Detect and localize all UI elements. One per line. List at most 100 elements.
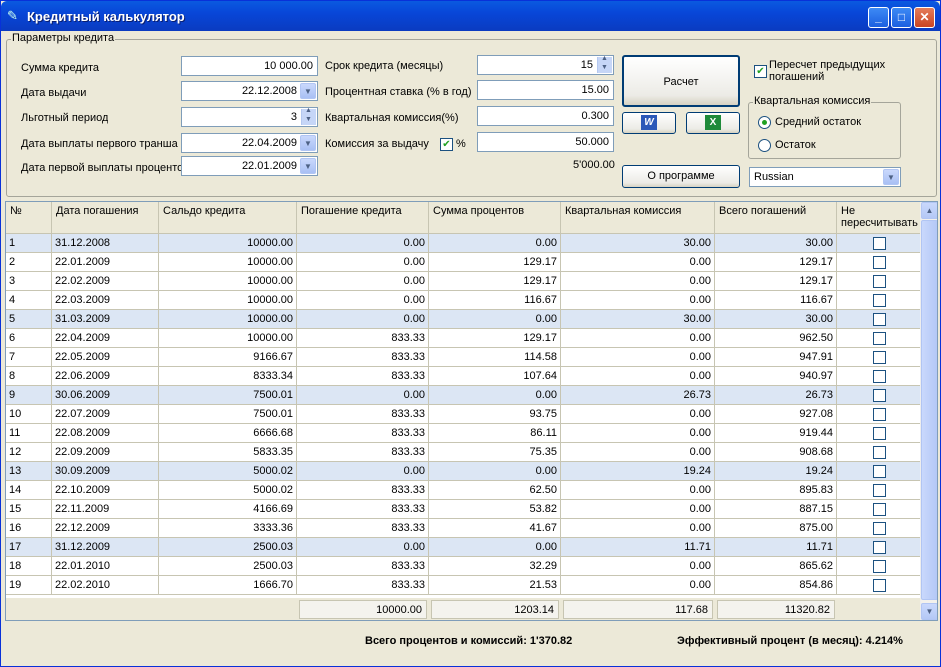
no-recalc-checkbox[interactable] xyxy=(873,541,886,554)
table-row[interactable]: 10 22.07.2009 7500.01 833.33 93.75 0.00 927.08 xyxy=(6,405,922,424)
no-recalc-checkbox[interactable] xyxy=(873,389,886,402)
recalc-checkbox[interactable]: ✔ xyxy=(754,65,767,78)
language-select[interactable]: Russian ▼ xyxy=(749,167,901,187)
column-header[interactable]: № xyxy=(6,202,52,234)
loan-amount-input[interactable]: 10 000.00 xyxy=(181,56,318,76)
table-row[interactable]: 12 22.09.2009 5833.35 833.33 75.35 0.00 908.68 xyxy=(6,443,922,462)
column-header[interactable]: Сумма процентов xyxy=(429,202,561,234)
minimize-button[interactable]: _ xyxy=(868,7,889,28)
table-cell: 30.09.2009 xyxy=(52,462,159,481)
issue-fee-input[interactable]: 50.000 xyxy=(477,132,614,152)
no-recalc-checkbox[interactable] xyxy=(873,237,886,250)
calculate-button[interactable]: Расчет xyxy=(622,55,740,107)
table-cell: 833.33 xyxy=(297,576,429,595)
no-recalc-cell xyxy=(837,310,922,329)
table-cell: 0.00 xyxy=(297,272,429,291)
no-recalc-checkbox[interactable] xyxy=(873,446,886,459)
table-row[interactable]: 11 22.08.2009 6666.68 833.33 86.11 0.00 919.44 xyxy=(6,424,922,443)
grace-period-stepper[interactable]: 3 xyxy=(181,107,318,127)
avg-balance-radio[interactable] xyxy=(758,116,771,129)
column-header[interactable]: Всего погашений xyxy=(715,202,837,234)
no-recalc-cell xyxy=(837,443,922,462)
table-cell: 854.86 xyxy=(715,576,837,595)
chevron-down-icon[interactable]: ▼ xyxy=(300,83,316,99)
no-recalc-checkbox[interactable] xyxy=(873,522,886,535)
table-cell: 833.33 xyxy=(297,348,429,367)
table-row[interactable]: 2 22.01.2009 10000.00 0.00 129.17 0.00 129.17 xyxy=(6,253,922,272)
no-recalc-checkbox[interactable] xyxy=(873,503,886,516)
chevron-down-icon[interactable]: ▼ xyxy=(300,135,316,151)
table-cell: 919.44 xyxy=(715,424,837,443)
about-button[interactable]: О программе xyxy=(622,165,740,188)
vertical-scrollbar[interactable]: ▲ ▼ xyxy=(920,202,937,620)
table-row[interactable]: 4 22.03.2009 10000.00 0.00 116.67 0.00 116.67 xyxy=(6,291,922,310)
column-header[interactable]: Сальдо кредита xyxy=(159,202,297,234)
spin-arrows-icon[interactable] xyxy=(301,108,316,125)
grace-period-value: 3 xyxy=(290,111,297,123)
table-row[interactable]: 5 31.03.2009 10000.00 0.00 0.00 30.00 30.00 xyxy=(6,310,922,329)
table-row[interactable]: 15 22.11.2009 4166.69 833.33 53.82 0.00 887.15 xyxy=(6,500,922,519)
export-word-button[interactable]: W xyxy=(622,112,676,134)
no-recalc-checkbox[interactable] xyxy=(873,256,886,269)
no-recalc-checkbox[interactable] xyxy=(873,427,886,440)
rate-label: Процентная ставка (% в год) xyxy=(325,86,472,98)
no-recalc-checkbox[interactable] xyxy=(873,275,886,288)
balance-radio[interactable] xyxy=(758,139,771,152)
column-header[interactable]: Квартальная комиссия xyxy=(561,202,715,234)
table-cell: 22.06.2009 xyxy=(52,367,159,386)
table-row[interactable]: 19 22.02.2010 1666.70 833.33 21.53 0.00 854.86 xyxy=(6,576,922,595)
first-tranche-picker[interactable]: 22.04.2009 ▼ xyxy=(181,133,318,153)
no-recalc-checkbox[interactable] xyxy=(873,313,886,326)
column-header[interactable]: Погашение кредита xyxy=(297,202,429,234)
rate-input[interactable]: 15.00 xyxy=(477,80,614,100)
chevron-down-icon[interactable]: ▼ xyxy=(300,158,316,174)
scroll-thumb[interactable] xyxy=(921,220,937,600)
table-cell: 10000.00 xyxy=(159,234,297,253)
no-recalc-checkbox[interactable] xyxy=(873,370,886,383)
table-row[interactable]: 17 31.12.2009 2500.03 0.00 0.00 11.71 11.71 xyxy=(6,538,922,557)
no-recalc-checkbox[interactable] xyxy=(873,332,886,345)
table-cell: 4166.69 xyxy=(159,500,297,519)
table-row[interactable]: 1 31.12.2008 10000.00 0.00 0.00 30.00 30.00 xyxy=(6,234,922,253)
quarterly-fee-input[interactable]: 0.300 xyxy=(477,106,614,126)
table-row[interactable]: 8 22.06.2009 8333.34 833.33 107.64 0.00 940.97 xyxy=(6,367,922,386)
table-cell: 13 xyxy=(6,462,52,481)
first-interest-picker[interactable]: 22.01.2009 ▼ xyxy=(181,156,318,176)
issue-date-picker[interactable]: 22.12.2008 ▼ xyxy=(181,81,318,101)
table-cell: 833.33 xyxy=(297,557,429,576)
close-button[interactable]: ✕ xyxy=(914,7,935,28)
table-row[interactable]: 6 22.04.2009 10000.00 833.33 129.17 0.00 962.5… xyxy=(6,329,922,348)
scroll-up-icon[interactable]: ▲ xyxy=(921,202,937,219)
column-header[interactable]: Дата погашения xyxy=(52,202,159,234)
table-row[interactable]: 3 22.02.2009 10000.00 0.00 129.17 0.00 129.17 xyxy=(6,272,922,291)
no-recalc-checkbox[interactable] xyxy=(873,560,886,573)
table-row[interactable]: 18 22.01.2010 2500.03 833.33 32.29 0.00 865.62 xyxy=(6,557,922,576)
chevron-down-icon[interactable]: ▼ xyxy=(883,169,899,185)
no-recalc-checkbox[interactable] xyxy=(873,408,886,421)
no-recalc-checkbox[interactable] xyxy=(873,294,886,307)
totals-row: 10000.00 1203.14 117.68 11320.82 xyxy=(6,598,922,620)
table-row[interactable]: 14 22.10.2009 5000.02 833.33 62.50 0.00 895.83 xyxy=(6,481,922,500)
table-cell: 0.00 xyxy=(297,462,429,481)
no-recalc-cell xyxy=(837,557,922,576)
table-row[interactable]: 13 30.09.2009 5000.02 0.00 0.00 19.24 19.24 xyxy=(6,462,922,481)
table-row[interactable]: 7 22.05.2009 9166.67 833.33 114.58 0.00 947.91 xyxy=(6,348,922,367)
no-recalc-checkbox[interactable] xyxy=(873,484,886,497)
term-stepper[interactable]: 15 xyxy=(477,55,614,75)
column-header[interactable]: Не пересчитывать xyxy=(837,202,922,234)
no-recalc-checkbox[interactable] xyxy=(873,465,886,478)
no-recalc-cell xyxy=(837,538,922,557)
spin-arrows-icon[interactable] xyxy=(597,56,612,73)
table-row[interactable]: 16 22.12.2009 3333.36 833.33 41.67 0.00 875.00 xyxy=(6,519,922,538)
issue-fee-pct-checkbox[interactable]: ✔ xyxy=(440,138,453,151)
export-excel-button[interactable]: X xyxy=(686,112,740,134)
scroll-down-icon[interactable]: ▼ xyxy=(921,603,937,620)
maximize-button[interactable]: □ xyxy=(891,7,912,28)
no-recalc-checkbox[interactable] xyxy=(873,351,886,364)
no-recalc-checkbox[interactable] xyxy=(873,579,886,592)
table-cell: 0.00 xyxy=(297,253,429,272)
table-cell: 19.24 xyxy=(715,462,837,481)
table-header: № Дата погашения Сальдо кредита Погашение к… xyxy=(6,202,922,234)
first-interest-label: Дата первой выплаты процентов xyxy=(21,162,181,174)
table-row[interactable]: 9 30.06.2009 7500.01 0.00 0.00 26.73 26.73 xyxy=(6,386,922,405)
